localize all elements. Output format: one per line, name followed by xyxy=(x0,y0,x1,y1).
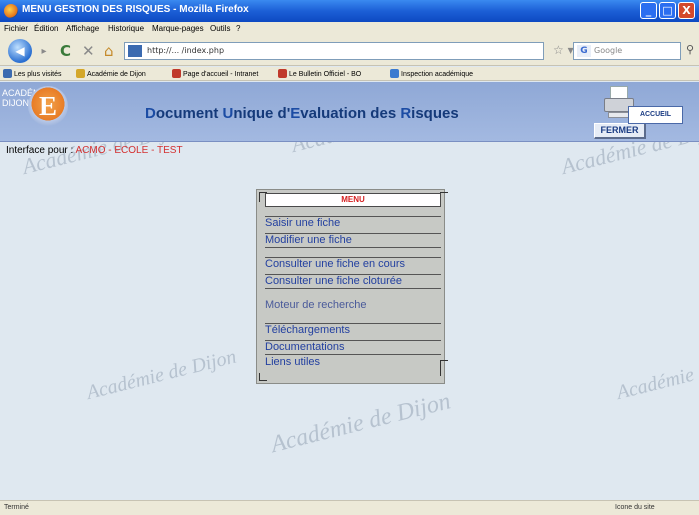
menu-item-saisir[interactable]: Saisir une fiche xyxy=(265,216,441,230)
forward-arrow-icon[interactable]: ▸ xyxy=(36,44,52,60)
close-window-button[interactable]: X xyxy=(678,2,695,19)
menu-item-telechargements[interactable]: Téléchargements xyxy=(265,323,441,337)
url-text: http://... /index.php xyxy=(147,46,225,55)
navigation-toolbar: ◀ ▸ C ✕ ⌂ http://... /index.php ☆ ▾ G Go… xyxy=(0,36,699,66)
bookmark-item[interactable]: Inspection académique xyxy=(390,69,473,78)
watermark-text: Académie de Dijon xyxy=(84,345,239,405)
logo-letter: E xyxy=(39,91,58,121)
watermark-text: Académie de Dijon xyxy=(268,388,454,459)
menu-item-documentations[interactable]: Documentations xyxy=(265,340,441,355)
menu-outils[interactable]: Outils xyxy=(210,24,230,33)
bookmark-item[interactable]: Les plus visités xyxy=(3,69,61,78)
site-favicon-icon xyxy=(128,45,142,57)
bookmark-icon xyxy=(76,69,85,78)
bookmark-star-icon[interactable]: ☆ ▾ xyxy=(553,43,574,57)
status-bar: Terminé Icone du site xyxy=(0,500,699,515)
firefox-icon xyxy=(4,4,18,18)
menu-title: MENU xyxy=(265,193,441,207)
search-magnifier-icon[interactable]: ⚲ xyxy=(686,43,694,56)
search-placeholder: Google xyxy=(594,46,623,55)
address-bar[interactable]: http://... /index.php xyxy=(124,42,544,60)
bookmark-folder-icon xyxy=(3,69,12,78)
bookmark-item[interactable]: Le Bulletin Officiel - BO xyxy=(278,69,361,78)
google-icon: G xyxy=(577,45,591,57)
minimize-button[interactable]: _ xyxy=(640,2,657,19)
menu-item-liens-utiles[interactable]: Liens utiles xyxy=(265,356,441,369)
menu-item-moteur-recherche[interactable]: Moteur de recherche xyxy=(265,299,441,312)
home-icon[interactable]: ⌂ xyxy=(104,42,114,60)
stop-icon[interactable]: ✕ xyxy=(82,42,95,60)
menu-fichier[interactable]: Fichier xyxy=(4,24,28,33)
search-input[interactable]: G Google xyxy=(573,42,681,60)
menu-edition[interactable]: Édition xyxy=(34,24,58,33)
reload-icon[interactable]: C xyxy=(60,42,71,60)
interface-line: Interface pour : ACMO - ECOLE - TEST xyxy=(6,145,183,156)
bookmark-icon xyxy=(390,69,399,78)
menu-item-consulter-en-cours[interactable]: Consulter une fiche en cours xyxy=(265,257,441,271)
main-menu-panel: MENU Saisir une fiche Modifier une fiche… xyxy=(256,189,448,384)
bookmark-item[interactable]: Académie de Dijon xyxy=(76,69,146,78)
watermark-text: Académie de Dijon xyxy=(614,346,699,405)
bookmark-item[interactable]: Page d'accueil - Intranet xyxy=(172,69,258,78)
interface-label: Interface pour : xyxy=(6,145,76,156)
status-right-text: Icone du site xyxy=(615,504,655,511)
page-header: ACADÉMIE DIJON E Document Unique d'Evalu… xyxy=(0,82,699,142)
bookmark-icon xyxy=(278,69,287,78)
menu-item-consulter-cloturee[interactable]: Consulter une fiche cloturée xyxy=(265,274,441,289)
page-title: Document Unique d'Evaluation des Risques xyxy=(145,105,459,122)
education-logo-icon: E xyxy=(28,86,68,126)
menu-marque-pages[interactable]: Marque-pages xyxy=(152,24,204,33)
menu-affichage[interactable]: Affichage xyxy=(66,24,99,33)
accueil-button[interactable]: ACCUEIL xyxy=(628,106,683,124)
maximize-button[interactable]: □ xyxy=(659,2,676,19)
page-content: Académie de Dijon Académie de Dijon Acad… xyxy=(0,82,699,500)
bookmarks-toolbar: Les plus visités Académie de Dijon Page … xyxy=(0,67,699,81)
bookmark-icon xyxy=(172,69,181,78)
back-arrow-icon[interactable]: ◀ xyxy=(8,39,32,63)
browser-menubar: Fichier Édition Affichage Historique Mar… xyxy=(0,22,699,36)
window-titlebar: MENU GESTION DES RISQUES - Mozilla Firef… xyxy=(0,0,699,22)
menu-item-modifier[interactable]: Modifier une fiche xyxy=(265,233,441,248)
fermer-button[interactable]: FERMER xyxy=(594,123,646,139)
status-text: Terminé xyxy=(4,504,29,511)
menu-help[interactable]: ? xyxy=(236,24,240,33)
interface-user: ACMO - ECOLE - TEST xyxy=(75,145,183,156)
window-title: MENU GESTION DES RISQUES - Mozilla Firef… xyxy=(22,4,249,15)
menu-historique[interactable]: Historique xyxy=(108,24,144,33)
